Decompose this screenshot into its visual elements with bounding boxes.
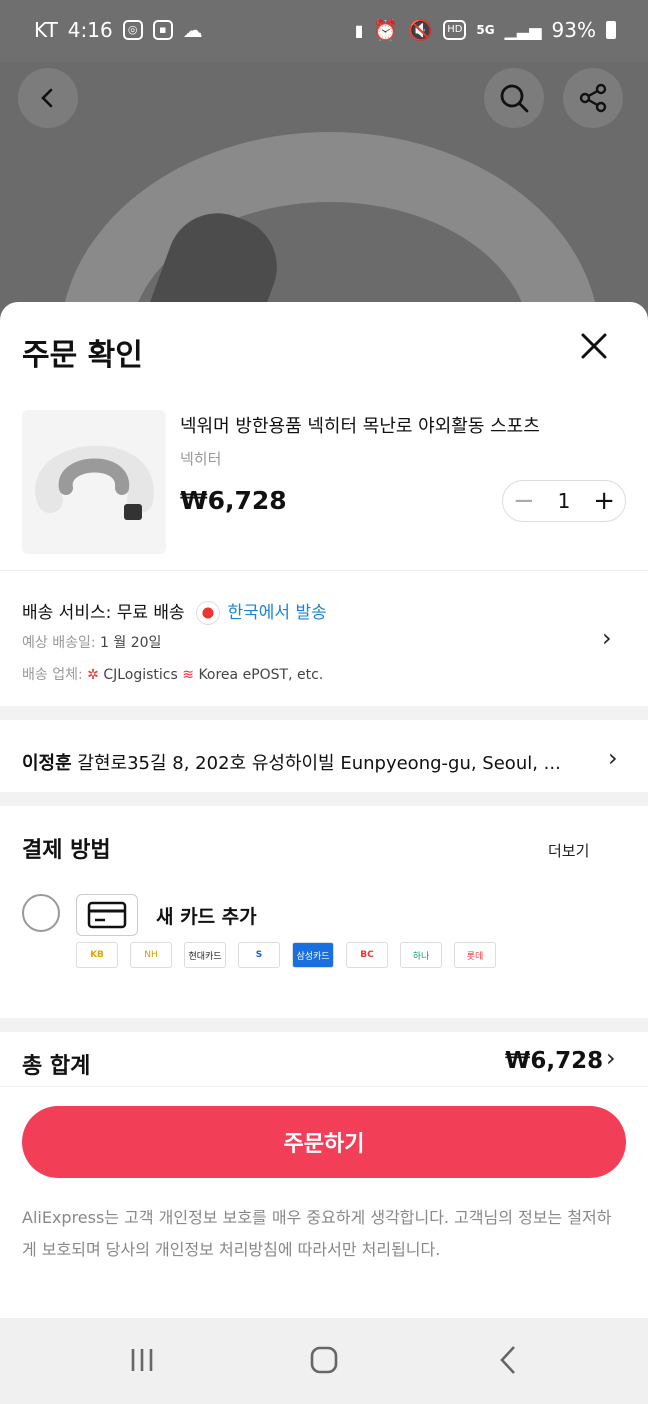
carrier-cj: CJLogistics: [103, 667, 178, 683]
section-gap: [0, 1018, 648, 1032]
carrier-label: KT: [34, 18, 58, 42]
neck-warmer-image: [35, 445, 154, 520]
divider: [0, 570, 648, 571]
quantity-stepper: − 1 +: [502, 480, 626, 522]
cloud-icon: ☁: [182, 18, 203, 42]
back-button[interactable]: [18, 68, 78, 128]
payment-more-link[interactable]: 더보기: [548, 840, 589, 861]
samsung-card-logo: 삼성카드: [292, 942, 334, 968]
recent-apps-button[interactable]: [122, 1342, 162, 1378]
korea-flag-icon: [196, 601, 221, 625]
shipping-service: 배송 서비스: 무료 배송 한국에서 발송: [22, 598, 327, 625]
shinhan-card-logo: S: [238, 942, 280, 968]
recent-apps-icon: [131, 1349, 153, 1371]
address-text: 갈현로35길 8, 202호 유성하이빌 Eunpyeong-gu, Seoul…: [77, 753, 561, 774]
eta-label: 예상 배송일:: [22, 635, 96, 651]
search-icon: [500, 84, 529, 113]
close-button[interactable]: [574, 326, 614, 366]
product-name[interactable]: 넥워머 방한용품 넥히터 목난로 야외활동 스포츠: [180, 412, 540, 438]
share-icon: [579, 83, 607, 113]
chevron-right-icon: ›: [602, 624, 612, 652]
hana-card-logo: 하나: [400, 942, 442, 968]
lotte-card-logo: 롯데: [454, 942, 496, 968]
system-nav-bar: [0, 1318, 648, 1404]
back-nav-button[interactable]: [488, 1342, 528, 1378]
carrier-line: 배송 업체: ✲ CJLogistics ≋ Korea ePOST, etc.: [22, 664, 323, 684]
battery-level: 93%: [551, 18, 596, 42]
product-hero-image: [0, 62, 648, 322]
privacy-notice: AliExpress는 고객 개인정보 보호를 매우 중요하게 생각합니다. 고…: [22, 1208, 612, 1259]
neck-warmer-shape: [60, 132, 600, 322]
kb-card-logo: KB: [76, 942, 118, 968]
total-label: 총 합계: [22, 1054, 91, 1079]
clock: 4:16: [67, 18, 113, 42]
chevron-right-icon: ›: [606, 1044, 616, 1072]
shipping-service-text: 배송 서비스: 무료 배송: [22, 603, 185, 623]
sheet-title: 주문 확인: [22, 338, 143, 373]
carrier-label: 배송 업체:: [22, 667, 83, 683]
product-thumbnail[interactable]: [22, 410, 166, 554]
bank-logos: KB NH 현대카드 S 삼성카드 BC 하나 롯데: [76, 942, 496, 968]
home-button[interactable]: [304, 1342, 344, 1378]
battery-icon: [606, 21, 616, 39]
shipping-address[interactable]: 이정훈 갈현로35길 8, 202호 유성하이빌 Eunpyeong-gu, S…: [22, 749, 602, 775]
chevron-right-icon: ›: [608, 744, 618, 772]
payment-title: 결제 방법: [22, 838, 111, 863]
recipient-name: 이정훈: [22, 753, 72, 774]
share-button[interactable]: [563, 68, 623, 128]
total-value[interactable]: ₩6,728: [505, 1048, 603, 1074]
decrease-quantity-button[interactable]: −: [513, 486, 535, 516]
shipping-origin: 한국에서 발송: [227, 603, 327, 623]
nh-card-logo: NH: [130, 942, 172, 968]
quantity-value: 1: [557, 489, 571, 513]
increase-quantity-button[interactable]: +: [593, 486, 615, 516]
battery-saver-icon: ▮: [354, 20, 364, 40]
bc-card-logo: BC: [346, 942, 388, 968]
search-button[interactable]: [484, 68, 544, 128]
chevron-left-icon: [41, 88, 53, 108]
hd-icon: HD: [443, 20, 467, 40]
eta-line: 예상 배송일: 1 월 20일: [22, 632, 161, 652]
hyundai-card-logo: 현대카드: [184, 942, 226, 968]
instagram-icon: ◎: [122, 20, 143, 40]
product-price: ₩6,728: [180, 486, 287, 515]
card-icon: [76, 894, 138, 936]
product-brand: 넥히터: [180, 450, 222, 468]
carrier-epost: Korea ePOST, etc.: [198, 667, 324, 683]
eta-value: 1 월 20일: [100, 635, 162, 651]
network-label: 5G: [476, 23, 495, 37]
new-card-radio[interactable]: [22, 894, 60, 932]
place-order-button[interactable]: 주문하기: [22, 1106, 626, 1178]
close-icon: [581, 333, 607, 359]
epost-logo-icon: ≋: [182, 667, 194, 683]
mute-icon: 🔇: [408, 18, 434, 42]
alarm-icon: ⏰: [373, 18, 399, 42]
section-gap: [0, 706, 648, 720]
back-icon: [500, 1346, 515, 1374]
status-bar: KT 4:16 ◎ ▪ ☁ ▮ ⏰ 🔇 HD 5G ▁▃▅ 93%: [0, 0, 648, 62]
signal-icon: ▁▃▅: [504, 20, 542, 40]
divider: [0, 1086, 648, 1087]
section-gap: [0, 792, 648, 806]
add-new-card-label[interactable]: 새 카드 추가: [156, 902, 257, 929]
note-icon: ▪: [152, 20, 173, 40]
order-confirm-sheet: 주문 확인 넥워머 방한용품 넥히터 목난로 야외활동 스포츠 넥히터 ₩6,7…: [0, 302, 648, 1318]
home-icon: [310, 1346, 338, 1374]
cj-logo-icon: ✲: [87, 667, 99, 683]
